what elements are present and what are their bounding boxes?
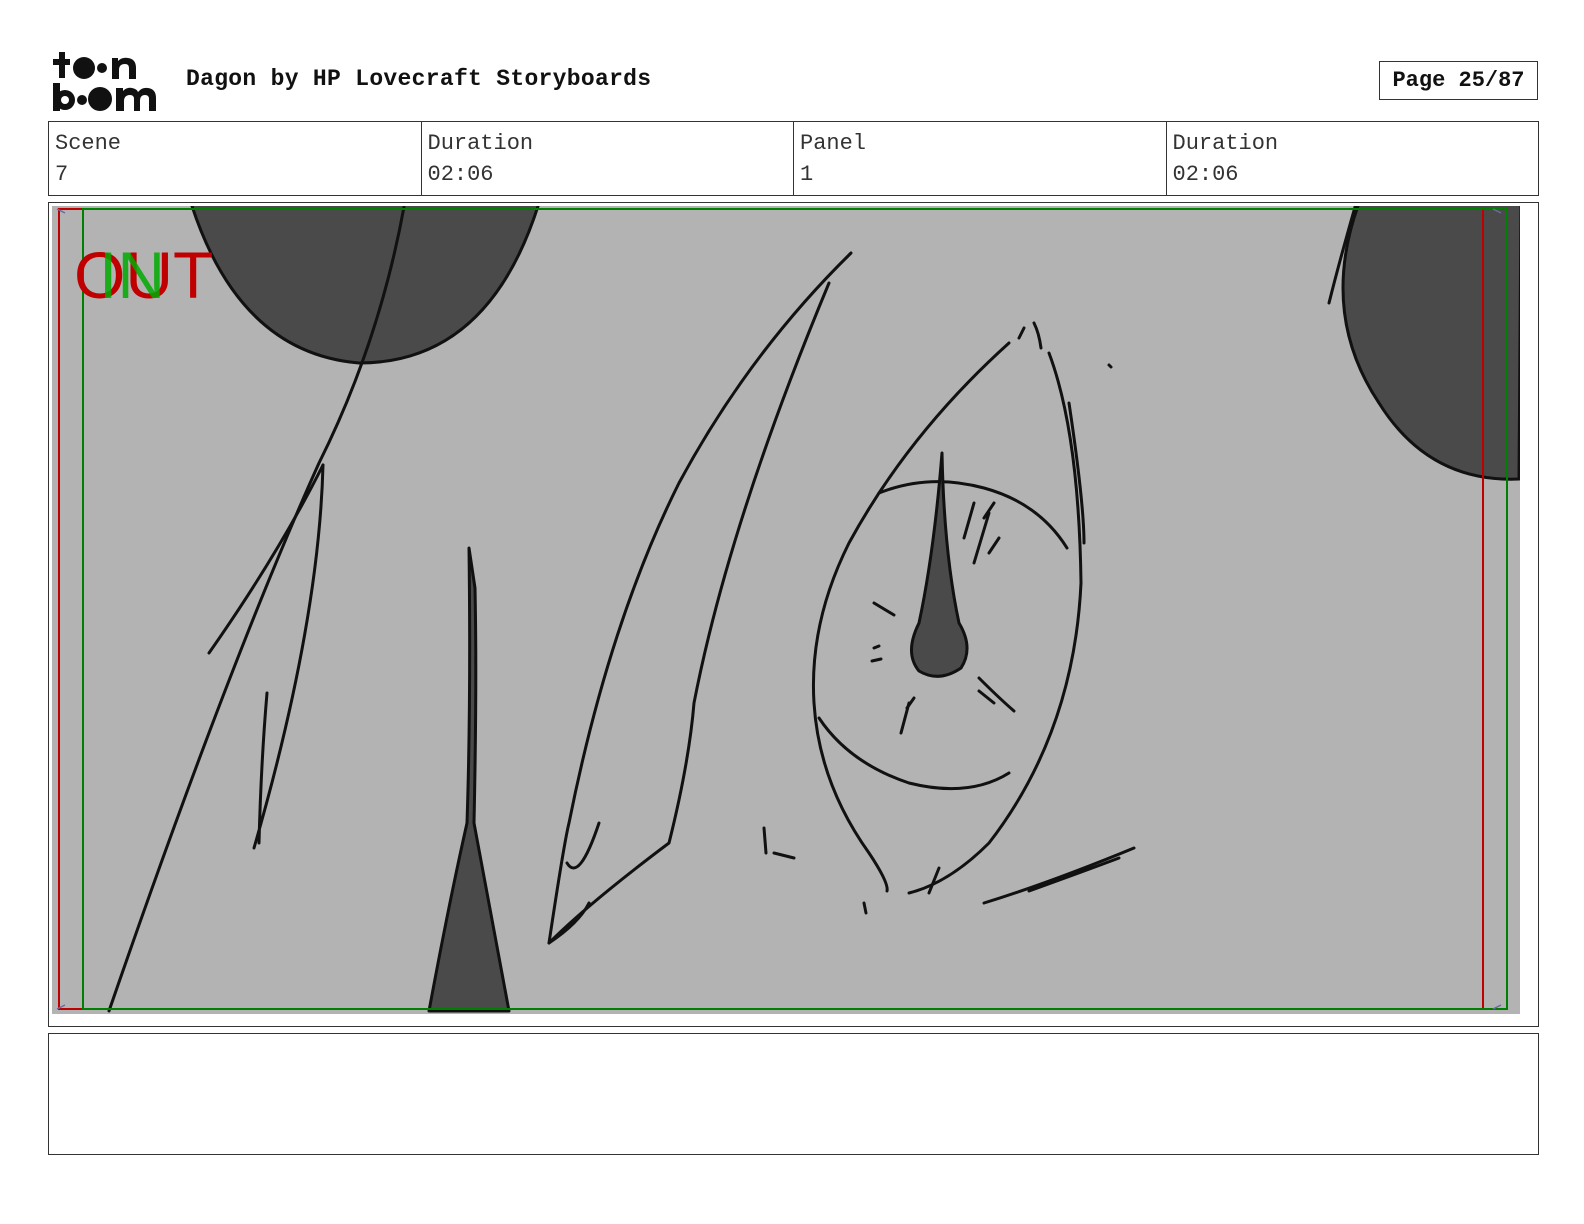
- scene-value: 7: [55, 162, 69, 187]
- panel-value: 1: [800, 162, 814, 187]
- scene-info-table: Scene 7 Duration 02:06 Panel 1 Duration …: [48, 121, 1539, 196]
- document-title: Dagon by HP Lovecraft Storyboards: [186, 66, 652, 92]
- panel-duration-cell: Duration 02:06: [1167, 122, 1539, 195]
- panel-label: Panel: [800, 131, 867, 156]
- dot-mark: [1107, 363, 1113, 369]
- toon-boom-logo-icon: [53, 52, 156, 111]
- panel-duration-label: Duration: [1172, 131, 1279, 156]
- notes-box[interactable]: [48, 1033, 1539, 1155]
- scene-label: Scene: [55, 131, 122, 156]
- panel-duration-value: 02:06: [1172, 162, 1239, 187]
- toon-boom-logo: [50, 50, 164, 114]
- panel-drawing: OUT IN: [52, 206, 1520, 1014]
- storyboard-panel: OUT IN: [48, 202, 1539, 1027]
- in-label: IN: [99, 238, 165, 312]
- scene-duration-cell: Duration 02:06: [422, 122, 794, 195]
- panel-cell: Panel 1: [794, 122, 1167, 195]
- scene-duration-value: 02:06: [427, 162, 494, 187]
- scene-cell: Scene 7: [49, 122, 422, 195]
- page-number: Page 25/87: [1379, 61, 1538, 100]
- scene-duration-label: Duration: [427, 131, 534, 156]
